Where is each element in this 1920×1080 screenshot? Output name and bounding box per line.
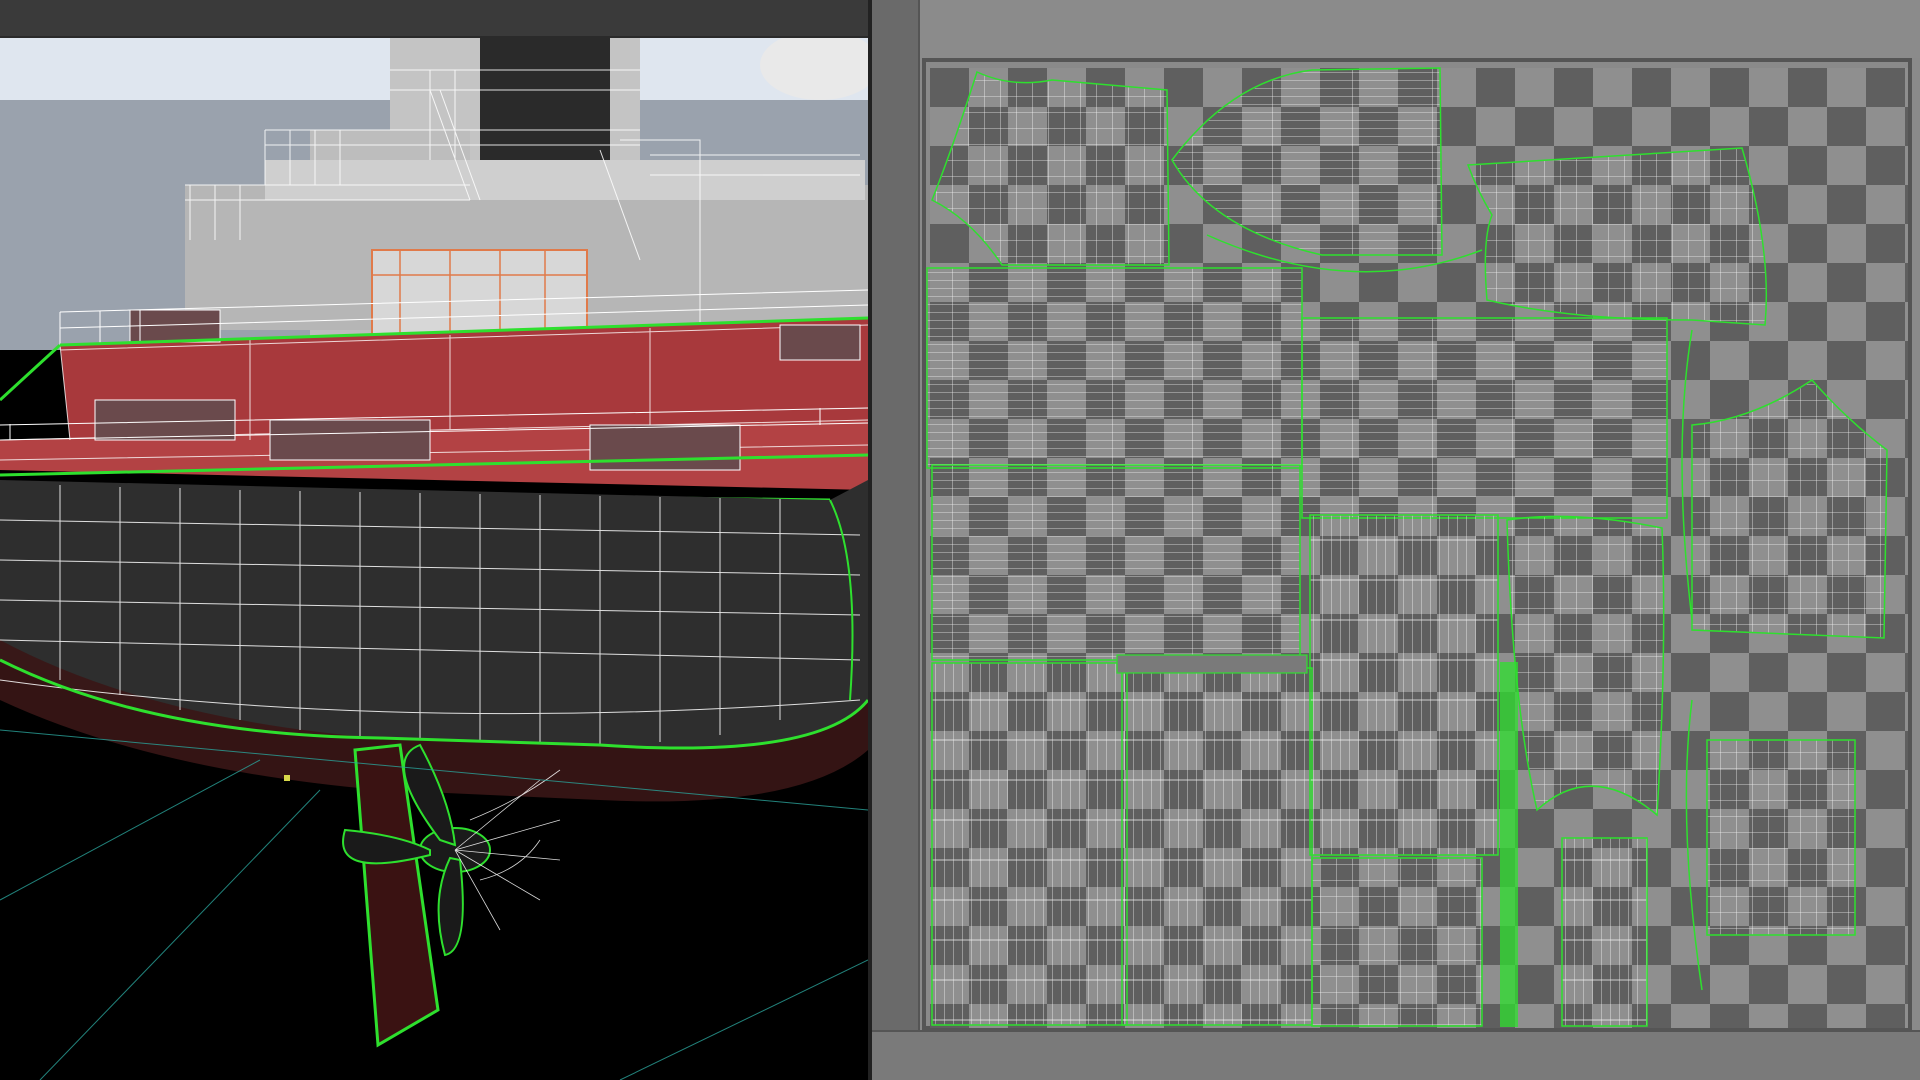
light-marker bbox=[284, 775, 290, 781]
uv-island-hull-strip-4[interactable] bbox=[1506, 515, 1665, 817]
superstructure-upper bbox=[265, 160, 865, 200]
perspective-viewport[interactable] bbox=[0, 0, 868, 1080]
uv-island-hull-strip-1[interactable] bbox=[931, 662, 1128, 1026]
uv-island-deck-plate-b[interactable] bbox=[1301, 317, 1668, 519]
uv-island-hull-strip-2[interactable] bbox=[1121, 667, 1313, 1026]
uv-island-small-parts[interactable] bbox=[1116, 654, 1308, 674]
uv-editor[interactable] bbox=[872, 0, 1920, 1080]
uv-island-rudder-strip[interactable] bbox=[1500, 662, 1518, 1027]
uv-island-deck-plate-c[interactable] bbox=[931, 464, 1301, 661]
uv-islands[interactable] bbox=[926, 67, 1888, 1027]
uv-island-deck-plate-a[interactable] bbox=[926, 267, 1303, 469]
uv-island-propeller-blades[interactable] bbox=[1311, 857, 1483, 1027]
uv-island-hull-strip-3[interactable] bbox=[1309, 514, 1499, 856]
uv-island-hull-side-a[interactable] bbox=[1466, 147, 1768, 326]
uv-island-keel[interactable] bbox=[1561, 837, 1648, 1027]
viewport-toolbar bbox=[0, 0, 868, 38]
viewport-canvas[interactable] bbox=[0, 38, 868, 1080]
uv-canvas[interactable] bbox=[872, 0, 1920, 1080]
uv-island-transom[interactable] bbox=[1706, 739, 1856, 936]
